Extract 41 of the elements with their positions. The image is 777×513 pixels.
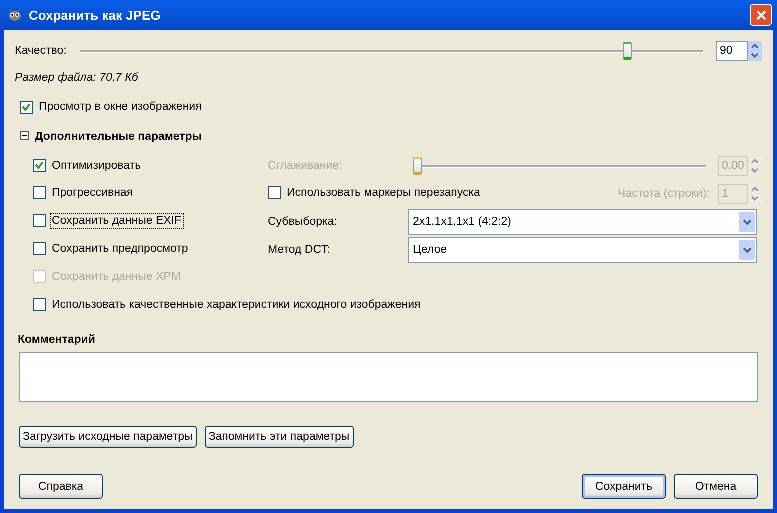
checkbox-label: Оптимизировать [52,160,142,172]
checkbox-label: Просмотр в окне изображения [39,101,202,113]
quality-field[interactable]: 90 [716,41,748,61]
dialog-button[interactable]: Отмена [674,474,758,499]
preset-button[interactable]: Запомнить эти параметры [204,426,354,448]
checkbox-label: Прогрессивная [52,186,134,198]
chevron-down-icon [742,246,752,254]
section-title: Дополнительные параметры [35,131,202,143]
checkbox-label: Сохранить данные XPM [52,270,181,282]
checkbox[interactable] [33,214,46,227]
close-button[interactable] [750,4,772,26]
app-icon [7,8,23,22]
checkbox-label: Использовать качественные характеристики исходного изображения [52,298,421,310]
dialog-button[interactable]: Сохранить [582,474,666,499]
comment-field[interactable] [19,352,758,402]
window-title: Сохранить как JPEG [29,8,162,22]
select-label: Метод DCT: [268,244,330,256]
checkbox[interactable] [33,242,46,255]
select-label: Субвыборка: [268,216,338,228]
checkbox[interactable] [20,100,33,114]
comment-label: Комментарий [18,333,96,346]
chevron-down-icon [742,218,752,226]
help-button[interactable]: Справка [19,474,103,499]
checkbox-label: Использовать маркеры перезапуска [287,186,480,198]
checkbox-label: Сохранить предпросмотр [52,242,188,254]
spin-buttons[interactable] [748,41,762,61]
dropdown[interactable]: Целое [408,237,757,263]
slider-thumb[interactable] [622,42,632,60]
file-size-text: Размер файла: 70,7 Кб [15,71,140,86]
checkbox[interactable] [33,159,46,172]
dropdown[interactable]: 2x1,1x1,1x1 (4:2:2) [408,209,757,235]
preset-button[interactable]: Загрузить исходные параметры [19,426,197,448]
quality-label: Качество: [15,45,67,57]
frequency-label: Частота (строки): [618,188,710,200]
checkbox[interactable] [33,186,46,199]
checkbox-label: Сохранить данные EXIF [52,214,182,226]
checkbox[interactable] [33,298,46,311]
collapse-icon[interactable] [20,131,29,143]
close-icon [756,10,766,20]
spin-buttons[interactable] [748,156,762,176]
smoothing-label: Сглаживание: [268,160,342,172]
